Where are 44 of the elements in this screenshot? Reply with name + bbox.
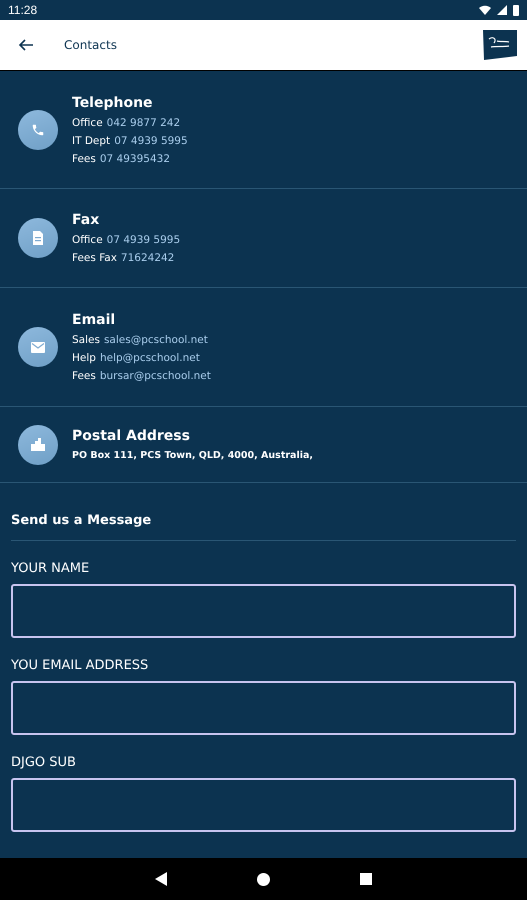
contact-link[interactable]: 042 9877 242 [106, 116, 180, 128]
contact-link[interactable]: bursar@pcschool.net [100, 370, 211, 382]
envelope-icon [31, 342, 45, 352]
contact-label: Help [72, 352, 96, 364]
field-label: YOU EMAIL ADDRESS [11, 658, 150, 673]
input-field[interactable] [11, 778, 516, 832]
input-field[interactable] [11, 584, 516, 638]
logo-icon [483, 30, 517, 60]
contact-label: Fees Fax [72, 252, 117, 264]
form-title: Send us a Message [11, 483, 516, 541]
section-title: Telephone [72, 94, 154, 110]
contact-label: Office [72, 116, 103, 128]
contact-link[interactable]: 07 4939 5995 [114, 134, 188, 146]
building-icon [31, 438, 45, 451]
contact-label: IT Dept [72, 134, 110, 146]
contact-label: Office [72, 234, 103, 246]
contact-link[interactable]: 71624242 [120, 252, 174, 264]
back-arrow-icon [18, 37, 34, 53]
section-title: Fax [72, 212, 100, 228]
status-time: 11:28 [8, 3, 38, 17]
signal-icon [497, 5, 507, 15]
contact-label: Fees [72, 152, 96, 164]
page-title: Contacts [64, 38, 118, 52]
contact-link[interactable]: 07 4939 5995 [106, 234, 180, 246]
square-icon [360, 873, 372, 885]
section-title: Email [72, 312, 116, 328]
contact-link[interactable]: sales@pcschool.net [104, 334, 208, 346]
contact-label: Fees [72, 370, 96, 382]
contact-label: Sales [72, 334, 100, 346]
contact-link[interactable]: help@pcschool.net [100, 352, 200, 364]
back-nav-button[interactable] [155, 872, 167, 886]
input-field[interactable] [11, 681, 516, 735]
phone-icon [31, 122, 45, 136]
field-label: DJGO SUB [11, 755, 77, 770]
contact-link[interactable]: 07 49395432 [100, 152, 170, 164]
circle-icon [257, 872, 270, 886]
home-nav-button[interactable] [257, 872, 270, 886]
document-icon [32, 231, 44, 245]
wifi-icon [479, 5, 491, 15]
field-label: YOUR NAME [11, 561, 90, 576]
triangle-icon [155, 872, 167, 886]
address-text: PO Box 111, PCS Town, QLD, 4000, Australia, [72, 450, 313, 461]
battery-icon [513, 4, 519, 16]
section-title: Postal Address [72, 428, 191, 444]
